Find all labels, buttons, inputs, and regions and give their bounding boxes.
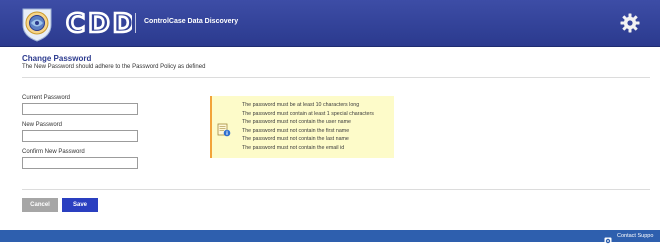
policy-rules-list: The password must be at least 10 charact… (242, 101, 374, 152)
password-policy-box: The password must be at least 10 charact… (210, 96, 394, 158)
gear-icon[interactable] (620, 13, 640, 33)
new-password-field[interactable] (22, 130, 138, 142)
policy-rule: The password must not contain the user n… (242, 119, 351, 125)
header-divider (135, 13, 136, 33)
current-password-label: Current Password (22, 95, 71, 101)
new-password-label: New Password (22, 122, 63, 128)
contact-support-link[interactable]: Contact Suppo (617, 233, 653, 239)
app-header: CDD ControlCase Data Discovery (0, 0, 660, 47)
controlcase-seal-icon (20, 5, 54, 42)
cancel-button[interactable]: Cancel (22, 198, 58, 212)
svg-text:CDD: CDD (66, 9, 132, 37)
policy-rule: The password must not contain the last n… (242, 136, 349, 142)
actions-divider (22, 189, 650, 190)
product-name: ControlCase Data Discovery (144, 18, 239, 25)
save-button[interactable]: Save (62, 198, 98, 212)
policy-rule: The password must contain at least 1 spe… (242, 110, 374, 117)
app-footer: Contact Suppo (0, 230, 660, 245)
app-logo: CDD (66, 9, 132, 37)
page-subtitle: The New Password should adhere to the Pa… (22, 64, 206, 70)
support-icon (604, 232, 612, 245)
confirm-password-field[interactable] (22, 157, 138, 169)
section-divider (22, 77, 650, 78)
policy-rule: The password must not contain the first … (242, 127, 350, 134)
policy-rule: The password must be at least 10 charact… (242, 102, 360, 108)
policy-rule: The password must not contain the email … (242, 144, 345, 151)
page-title: Change Password (22, 54, 92, 63)
current-password-field[interactable] (22, 103, 138, 115)
confirm-password-label: Confirm New Password (22, 149, 85, 155)
note-info-icon (217, 123, 231, 137)
